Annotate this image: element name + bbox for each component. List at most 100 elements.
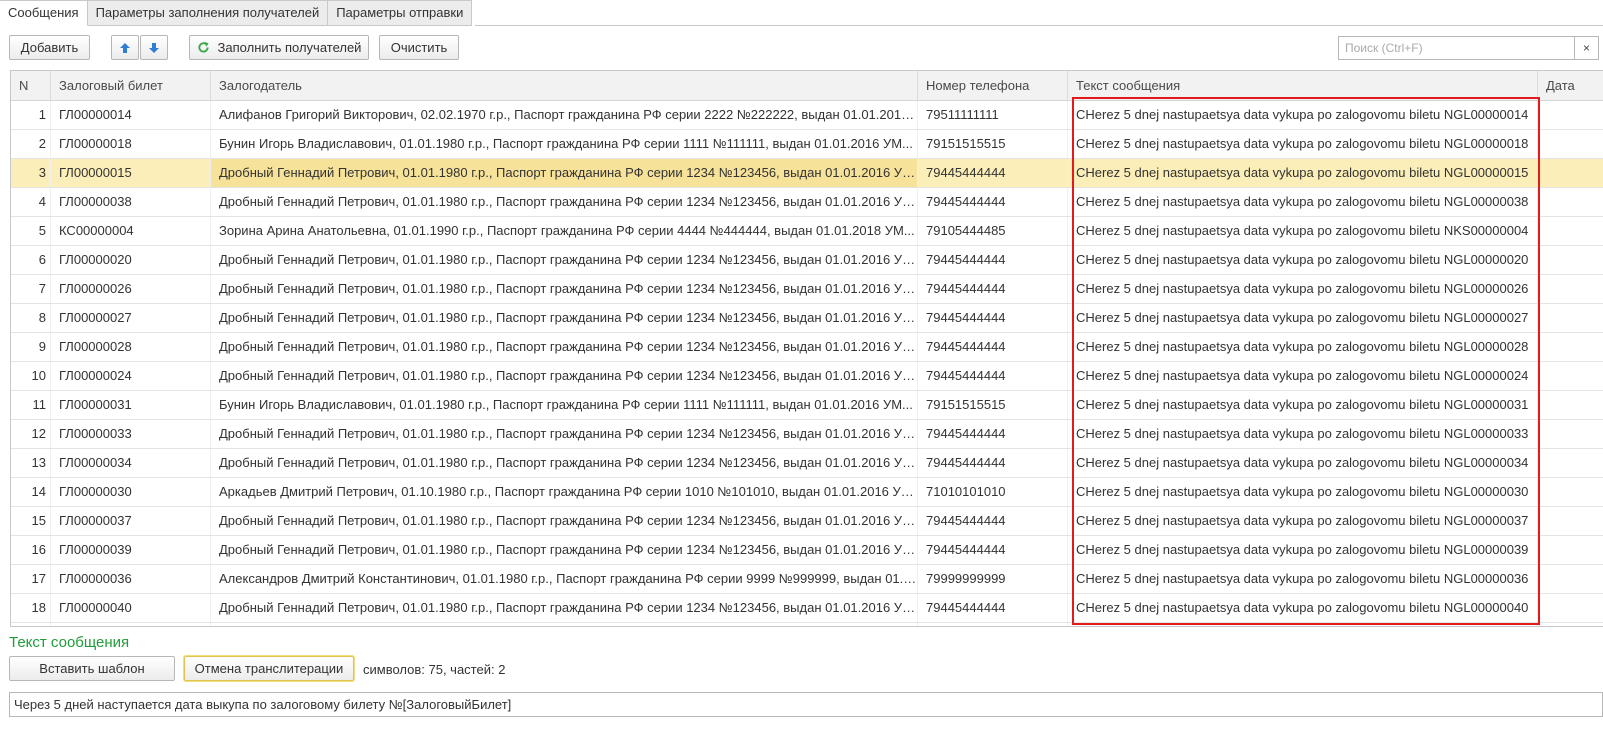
cell-pledger[interactable]: Жуков Андрей Васильевич, 01.01.1980 г.р.… (211, 623, 918, 626)
cell-number[interactable]: 12 (11, 420, 51, 448)
cell-pledger[interactable]: Алифанов Григорий Викторович, 02.02.1970… (211, 101, 918, 129)
table-row[interactable]: 9 ГЛ00000028 Дробный Геннадий Петрович, 01… (11, 333, 1603, 362)
cell-message[interactable]: CHerez 5 dnej nastupaetsya data vykupa p… (1068, 217, 1538, 245)
cell-phone[interactable]: 79999999999 (918, 565, 1068, 593)
cell-phone[interactable]: 79445444444 (918, 159, 1068, 187)
messages-table[interactable]: N Залоговый билет Залогодатель Номер тел… (10, 70, 1603, 627)
cell-date[interactable] (1538, 275, 1603, 303)
cell-ticket[interactable]: КС00000004 (51, 217, 211, 245)
cell-date[interactable] (1538, 565, 1603, 593)
cell-number[interactable]: 18 (11, 594, 51, 622)
cell-phone[interactable]: 71010101010 (918, 478, 1068, 506)
cell-message[interactable]: CHerez 5 dnej nastupaetsya data vykupa p… (1068, 333, 1538, 361)
cell-ticket[interactable]: ГЛ00000033 (51, 420, 211, 448)
table-row[interactable]: 14 ГЛ00000030 Аркадьев Дмитрий Петрович, 0… (11, 478, 1603, 507)
cell-message[interactable]: CHerez 5 dnej nastupaetsya data vykupa p… (1068, 536, 1538, 564)
cell-number[interactable]: 2 (11, 130, 51, 158)
cell-pledger[interactable]: Дробный Геннадий Петрович, 01.01.1980 г.… (211, 188, 918, 216)
search-input[interactable]: Поиск (Ctrl+F) (1338, 36, 1575, 60)
table-row[interactable]: 3 ГЛ00000015 Дробный Геннадий Петрович, 01… (11, 159, 1603, 188)
table-row[interactable]: 18 ГЛ00000040 Дробный Геннадий Петрович, 0… (11, 594, 1603, 623)
cell-phone[interactable]: 79445444444 (918, 449, 1068, 477)
add-button[interactable]: Добавить (9, 35, 90, 60)
cell-date[interactable] (1538, 362, 1603, 390)
clear-button[interactable]: Очистить (379, 35, 459, 60)
cell-message[interactable]: CHerez 5 dnej nastupaetsya data vykupa p… (1068, 246, 1538, 274)
cell-date[interactable] (1538, 304, 1603, 332)
cell-ticket[interactable]: ГЛ00000027 (51, 304, 211, 332)
cell-number[interactable]: 15 (11, 507, 51, 535)
message-text-field[interactable]: Через 5 дней наступается дата выкупа по … (9, 692, 1603, 717)
cell-number[interactable]: 11 (11, 391, 51, 419)
cell-message[interactable]: CHerez 5 dnej nastupaetsya data vykupa p… (1068, 507, 1538, 535)
cell-phone[interactable]: 79445444444 (918, 594, 1068, 622)
fill-recipients-button[interactable]: Заполнить получателей (189, 35, 369, 60)
cell-ticket[interactable]: ГЛ00000028 (51, 333, 211, 361)
cell-date[interactable] (1538, 130, 1603, 158)
cell-pledger[interactable]: Дробный Геннадий Петрович, 01.01.1980 г.… (211, 536, 918, 564)
table-row[interactable]: 8 ГЛ00000027 Дробный Геннадий Петрович, 01… (11, 304, 1603, 333)
cell-pledger[interactable]: Дробный Геннадий Петрович, 01.01.1980 г.… (211, 304, 918, 332)
cell-number[interactable]: 19 (11, 623, 51, 626)
cell-date[interactable] (1538, 536, 1603, 564)
cell-phone[interactable]: 79445444444 (918, 507, 1068, 535)
cell-message[interactable]: CHerez 5 dnej nastupaetsya data vykupa p… (1068, 420, 1538, 448)
cell-message[interactable]: CHerez 5 dnej nastupaetsya data vykupa p… (1068, 478, 1538, 506)
table-row[interactable]: 15 ГЛ00000037 Дробный Геннадий Петрович, 0… (11, 507, 1603, 536)
cell-pledger[interactable]: Дробный Геннадий Петрович, 01.01.1980 г.… (211, 362, 918, 390)
cell-number[interactable]: 1 (11, 101, 51, 129)
column-header-message[interactable]: Текст сообщения (1068, 71, 1538, 101)
cell-pledger[interactable]: Бунин Игорь Владиславович, 01.01.1980 г.… (211, 130, 918, 158)
cell-message[interactable]: CHerez 5 dnej nastupaetsya data vykupa p… (1068, 188, 1538, 216)
cell-phone[interactable]: 79445444444 (918, 188, 1068, 216)
table-row[interactable]: 5 КС00000004 Зорина Арина Анатольевна, 01.… (11, 217, 1603, 246)
cell-number[interactable]: 17 (11, 565, 51, 593)
cell-phone[interactable]: 79151515515 (918, 130, 1068, 158)
cell-ticket[interactable]: ГЛ00000040 (51, 594, 211, 622)
cell-ticket[interactable]: ГЛ00000026 (51, 275, 211, 303)
table-row[interactable]: 10 ГЛ00000024 Дробный Геннадий Петрович, 0… (11, 362, 1603, 391)
search-clear-button[interactable]: × (1575, 36, 1599, 60)
move-up-button[interactable] (111, 35, 139, 60)
cell-number[interactable]: 13 (11, 449, 51, 477)
cell-number[interactable]: 14 (11, 478, 51, 506)
cell-number[interactable]: 7 (11, 275, 51, 303)
cell-date[interactable] (1538, 217, 1603, 245)
cell-pledger[interactable]: Аркадьев Дмитрий Петрович, 01.10.1980 г.… (211, 478, 918, 506)
table-row[interactable]: 6 ГЛ00000020 Дробный Геннадий Петрович, 01… (11, 246, 1603, 275)
cell-date[interactable] (1538, 478, 1603, 506)
cell-ticket[interactable]: ГЛ00000037 (51, 507, 211, 535)
cell-pledger[interactable]: Дробный Геннадий Петрович, 01.01.1980 г.… (211, 449, 918, 477)
cell-date[interactable] (1538, 507, 1603, 535)
cell-ticket[interactable]: ГЛ00000036 (51, 565, 211, 593)
insert-template-button[interactable]: Вставить шаблон (9, 656, 175, 681)
tab-send-params[interactable]: Параметры отправки (328, 0, 473, 26)
table-row[interactable]: 4 ГЛ00000038 Дробный Геннадий Петрович, 01… (11, 188, 1603, 217)
column-header-ticket[interactable]: Залоговый билет (51, 71, 211, 101)
cell-phone[interactable]: 79445444444 (918, 420, 1068, 448)
cancel-transliteration-button[interactable]: Отмена транслитерации (184, 656, 354, 681)
cell-phone[interactable]: 79105444485 (918, 217, 1068, 245)
cell-pledger[interactable]: Зорина Арина Анатольевна, 01.01.1990 г.р… (211, 217, 918, 245)
cell-phone[interactable]: 79445444444 (918, 362, 1068, 390)
cell-pledger[interactable]: Дробный Геннадий Петрович, 01.01.1980 г.… (211, 159, 918, 187)
cell-number[interactable]: 6 (11, 246, 51, 274)
cell-number[interactable]: 10 (11, 362, 51, 390)
cell-phone[interactable]: 79445444444 (918, 536, 1068, 564)
cell-message[interactable]: CHerez 5 dnej nastupaetsya data vykupa p… (1068, 623, 1538, 626)
cell-date[interactable] (1538, 159, 1603, 187)
cell-ticket[interactable]: ГЛ00000024 (51, 362, 211, 390)
cell-ticket[interactable]: ГЛ00000018 (51, 130, 211, 158)
column-header-phone[interactable]: Номер телефона (918, 71, 1068, 101)
cell-message[interactable]: CHerez 5 dnej nastupaetsya data vykupa p… (1068, 101, 1538, 129)
table-row[interactable]: 2 ГЛ00000018 Бунин Игорь Владиславович, 01… (11, 130, 1603, 159)
column-header-n[interactable]: N (11, 71, 51, 101)
cell-phone[interactable]: 79445444444 (918, 304, 1068, 332)
cell-ticket[interactable]: ГЛ00000015 (51, 159, 211, 187)
cell-message[interactable]: CHerez 5 dnej nastupaetsya data vykupa p… (1068, 565, 1538, 593)
table-row[interactable]: 13 ГЛ00000034 Дробный Геннадий Петрович, 0… (11, 449, 1603, 478)
cell-date[interactable] (1538, 101, 1603, 129)
cell-phone[interactable]: 79445444444 (918, 275, 1068, 303)
cell-date[interactable] (1538, 420, 1603, 448)
cell-pledger[interactable]: Дробный Геннадий Петрович, 01.01.1980 г.… (211, 333, 918, 361)
